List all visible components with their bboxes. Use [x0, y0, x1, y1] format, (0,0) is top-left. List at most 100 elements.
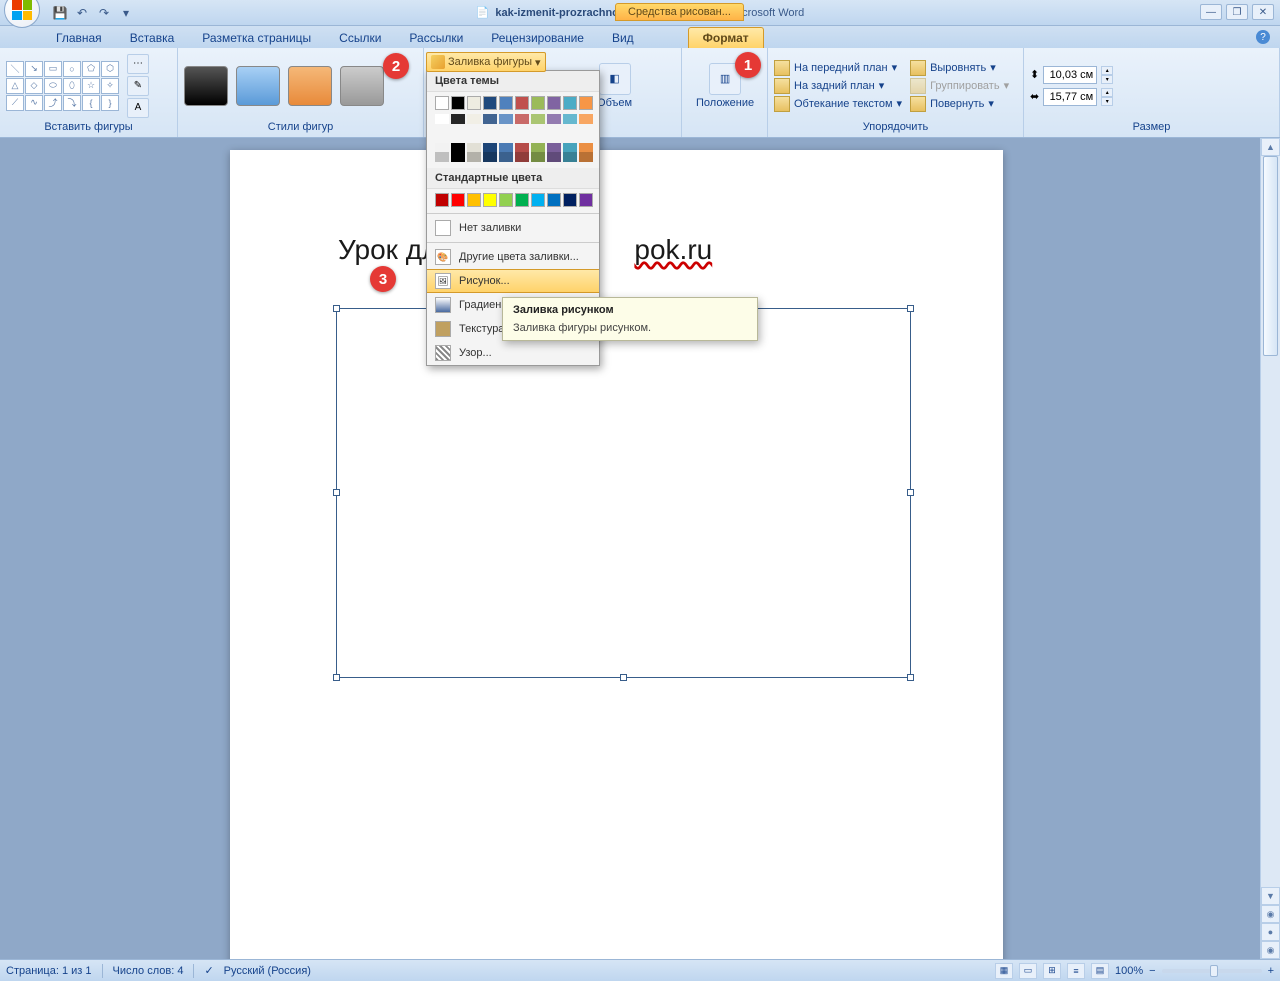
color-swatch[interactable] [547, 193, 561, 207]
align-button[interactable]: Выровнять ▾ [910, 60, 1009, 76]
group-button[interactable]: Группировать ▾ [910, 78, 1009, 94]
zoom-thumb[interactable] [1210, 965, 1218, 977]
tab-home[interactable]: Главная [42, 28, 116, 48]
color-swatch[interactable] [483, 193, 497, 207]
color-tint-column[interactable] [563, 114, 577, 162]
tab-review[interactable]: Рецензирование [477, 28, 598, 48]
edit-shape-icon[interactable]: ✎ [127, 76, 149, 96]
help-icon[interactable]: ? [1256, 30, 1270, 44]
undo-icon[interactable]: ↶ [74, 5, 90, 21]
color-tint-column[interactable] [435, 114, 449, 162]
shape-styles-gallery[interactable] [184, 66, 384, 106]
outline-view-icon[interactable]: ≡ [1067, 963, 1085, 979]
spin-up-icon[interactable]: ▴ [1101, 66, 1113, 75]
tab-format[interactable]: Формат [688, 27, 764, 48]
color-tint-column[interactable] [515, 114, 529, 162]
color-swatch[interactable] [515, 96, 529, 110]
color-tint-column[interactable] [467, 114, 481, 162]
color-swatch[interactable] [563, 96, 577, 110]
text-wrap-button[interactable]: Обтекание текстом ▾ [774, 96, 902, 112]
spin-up-icon[interactable]: ▴ [1101, 88, 1113, 97]
resize-handle[interactable] [907, 305, 914, 312]
print-layout-view-icon[interactable]: ▦ [995, 963, 1013, 979]
rotate-button[interactable]: Повернуть ▾ [910, 96, 1009, 112]
save-icon[interactable]: 💾 [52, 5, 68, 21]
next-page-icon[interactable]: ◉ [1261, 941, 1280, 959]
picture-fill-item[interactable]: 🖼Рисунок... [427, 269, 599, 293]
resize-handle[interactable] [333, 674, 340, 681]
color-swatch[interactable] [531, 96, 545, 110]
bring-front-button[interactable]: На передний план ▾ [774, 60, 902, 76]
pattern-fill-item[interactable]: Узор... [427, 341, 599, 365]
tab-references[interactable]: Ссылки [325, 28, 395, 48]
web-view-icon[interactable]: ⊞ [1043, 963, 1061, 979]
zoom-slider[interactable] [1162, 969, 1262, 973]
fullscreen-view-icon[interactable]: ▭ [1019, 963, 1037, 979]
color-swatch[interactable] [451, 193, 465, 207]
page-status[interactable]: Страница: 1 из 1 [6, 965, 92, 977]
shapes-gallery[interactable]: ＼↘▭○⬠⬡ △◇⬭⬯☆✧ ⟋∿⤴⤵{} [6, 61, 119, 111]
selected-shape[interactable] [336, 308, 911, 678]
tab-mailings[interactable]: Рассылки [395, 28, 477, 48]
spin-down-icon[interactable]: ▾ [1101, 97, 1113, 106]
color-swatch[interactable] [547, 96, 561, 110]
color-swatch[interactable] [467, 193, 481, 207]
qat-dropdown-icon[interactable]: ▾ [118, 5, 134, 21]
vertical-scrollbar[interactable]: ▲ ▼ ◉ ● ◉ [1260, 138, 1280, 959]
color-swatch[interactable] [435, 96, 449, 110]
color-swatch[interactable] [515, 193, 529, 207]
proofing-icon[interactable]: ✓ [204, 964, 213, 977]
width-input[interactable]: ⬌15,77 см▴▾ [1030, 88, 1113, 106]
color-tint-column[interactable] [499, 114, 513, 162]
spin-down-icon[interactable]: ▾ [1101, 75, 1113, 84]
style-swatch[interactable] [184, 66, 228, 106]
browse-object-icon[interactable]: ● [1261, 923, 1280, 941]
scroll-up-icon[interactable]: ▲ [1261, 138, 1280, 156]
tab-layout[interactable]: Разметка страницы [188, 28, 325, 48]
tab-insert[interactable]: Вставка [116, 28, 189, 48]
color-swatch[interactable] [579, 96, 593, 110]
tab-view[interactable]: Вид [598, 28, 648, 48]
color-swatch[interactable] [451, 96, 465, 110]
scroll-down-icon[interactable]: ▼ [1261, 887, 1280, 905]
style-swatch[interactable] [236, 66, 280, 106]
office-button[interactable] [4, 0, 40, 28]
height-input[interactable]: ⬍10,03 см▴▾ [1030, 66, 1113, 84]
color-tint-column[interactable] [451, 114, 465, 162]
textbox-icon[interactable]: A [127, 98, 149, 118]
resize-handle[interactable] [620, 674, 627, 681]
zoom-level[interactable]: 100% [1115, 965, 1143, 977]
resize-handle[interactable] [907, 674, 914, 681]
maximize-button[interactable]: ❐ [1226, 4, 1248, 20]
language-status[interactable]: Русский (Россия) [224, 965, 311, 977]
shape-fill-dropdown[interactable]: Заливка фигуры ▾ [426, 52, 546, 72]
color-swatch[interactable] [563, 193, 577, 207]
color-swatch[interactable] [499, 193, 513, 207]
style-swatch[interactable] [340, 66, 384, 106]
word-count[interactable]: Число слов: 4 [113, 965, 184, 977]
color-swatch[interactable] [483, 96, 497, 110]
resize-handle[interactable] [907, 489, 914, 496]
color-tint-column[interactable] [579, 114, 593, 162]
document-area[interactable]: Урок длxxxxxxxxxxxxxxpok.ru [0, 138, 1260, 959]
resize-handle[interactable] [333, 305, 340, 312]
color-tint-column[interactable] [531, 114, 545, 162]
color-swatch[interactable] [579, 193, 593, 207]
color-swatch[interactable] [435, 193, 449, 207]
more-colors-item[interactable]: 🎨Другие цвета заливки... [427, 245, 599, 269]
color-swatch[interactable] [499, 96, 513, 110]
zoom-in-button[interactable]: + [1268, 965, 1274, 977]
close-button[interactable]: ✕ [1252, 4, 1274, 20]
style-swatch[interactable] [288, 66, 332, 106]
color-tint-column[interactable] [483, 114, 497, 162]
minimize-button[interactable]: — [1200, 4, 1222, 20]
shapes-more-icon[interactable]: ⋯ [127, 54, 149, 74]
color-swatch[interactable] [531, 193, 545, 207]
redo-icon[interactable]: ↷ [96, 5, 112, 21]
color-tint-column[interactable] [547, 114, 561, 162]
zoom-out-button[interactable]: − [1149, 965, 1155, 977]
send-back-button[interactable]: На задний план ▾ [774, 78, 902, 94]
draft-view-icon[interactable]: ▤ [1091, 963, 1109, 979]
resize-handle[interactable] [333, 489, 340, 496]
no-fill-item[interactable]: Нет заливки [427, 216, 599, 240]
